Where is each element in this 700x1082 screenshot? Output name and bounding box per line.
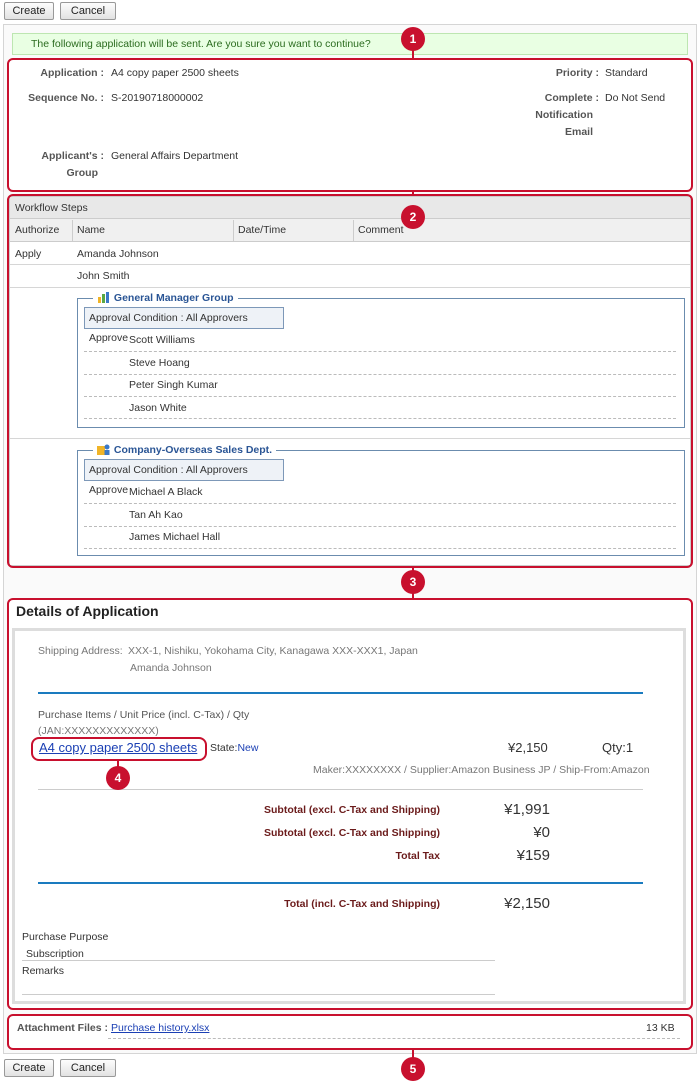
callout-marker-4: 4 (106, 766, 130, 790)
callout-box-workflow (7, 194, 693, 568)
cancel-button-bottom[interactable]: Cancel (60, 1059, 116, 1077)
callout-marker-3: 3 (401, 570, 425, 594)
create-button-bottom[interactable]: Create (4, 1059, 54, 1077)
callout-marker-1: 1 (401, 27, 425, 51)
callout-marker-5: 5 (401, 1057, 425, 1081)
callout-box-item-link (31, 737, 207, 761)
confirm-message: The following application will be sent. … (12, 33, 688, 55)
callout-marker-2: 2 (401, 205, 425, 229)
create-button-top[interactable]: Create (4, 2, 54, 20)
cancel-button-top[interactable]: Cancel (60, 2, 116, 20)
callout-box-attachment (7, 1014, 693, 1050)
callout-box-summary (7, 58, 693, 192)
callout-box-details (7, 598, 693, 1010)
